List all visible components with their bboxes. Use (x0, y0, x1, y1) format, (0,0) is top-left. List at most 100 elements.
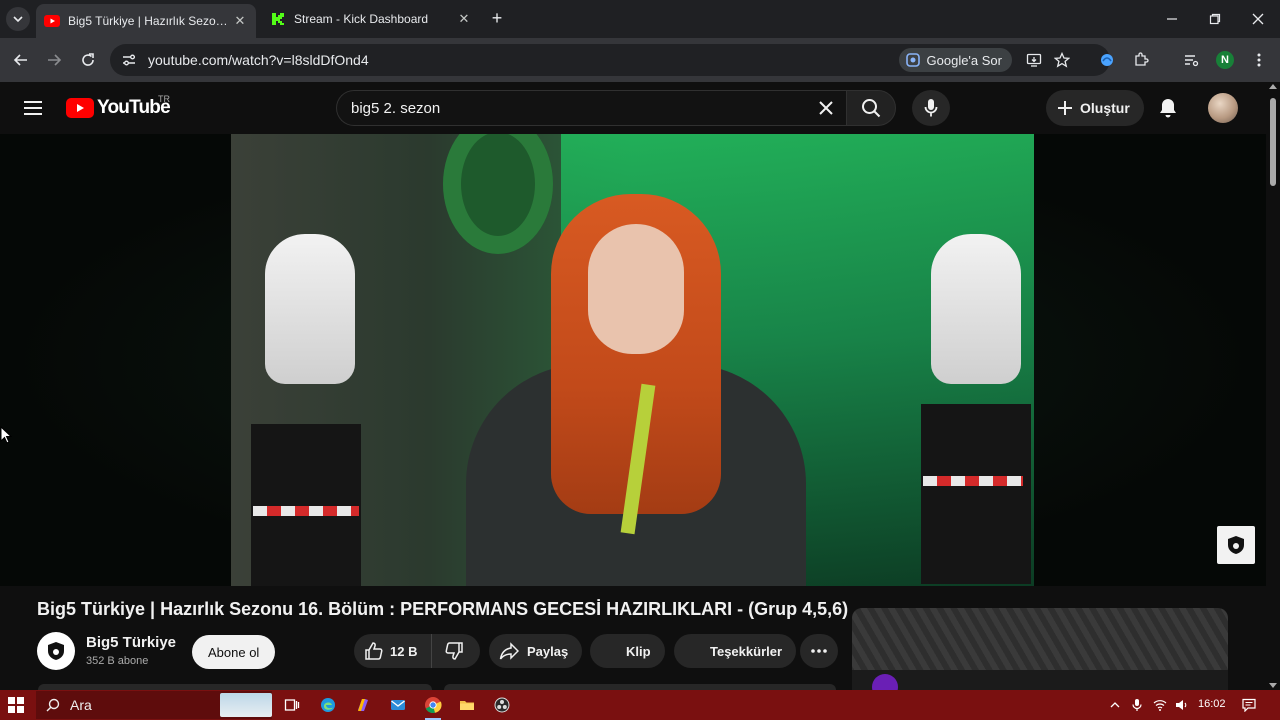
tab-title: Big5 Türkiye | Hazırlık Sezonu 16 (68, 14, 232, 28)
edge-icon[interactable] (318, 695, 338, 715)
subscriber-count: 352 B abone (86, 655, 149, 667)
mouse-cursor-icon (0, 425, 13, 444)
bookmark-star-icon[interactable] (1052, 50, 1072, 70)
channel-name[interactable]: Big5 Türkiye (86, 634, 176, 651)
chrome-icon[interactable] (423, 695, 443, 720)
video-title: Big5 Türkiye | Hazırlık Sezonu 16. Bölüm… (37, 599, 849, 619)
youtube-favicon-icon (44, 13, 60, 29)
restore-button[interactable] (1200, 6, 1230, 32)
like-dislike-group: 12 B (354, 634, 480, 668)
video-player[interactable] (0, 134, 1266, 586)
reload-button[interactable] (75, 47, 101, 73)
task-view-icon[interactable] (282, 695, 302, 715)
dislike-button[interactable] (432, 634, 476, 668)
mail-icon[interactable] (388, 695, 408, 715)
windows-start-icon[interactable] (8, 697, 24, 713)
minimize-icon (1167, 18, 1177, 20)
more-actions-button[interactable] (800, 634, 838, 668)
clear-search-button[interactable] (806, 90, 846, 126)
scroll-up-arrow-icon[interactable] (1269, 84, 1277, 89)
back-button[interactable] (8, 47, 34, 73)
address-bar[interactable]: youtube.com/watch?v=l8sldDfOnd4 Google'a… (110, 44, 1110, 76)
scroll-down-arrow-icon[interactable] (1269, 683, 1277, 688)
create-label: Oluştur (1080, 100, 1130, 116)
like-count: 12 B (390, 643, 418, 659)
menu-kebab-icon[interactable] (1249, 50, 1269, 70)
arrow-right-icon (48, 54, 62, 66)
new-tab-button[interactable]: + (487, 9, 507, 29)
share-label: Paylaş (527, 643, 569, 659)
obs-app-icon[interactable] (492, 695, 512, 715)
notification-center-icon[interactable] (1240, 696, 1258, 714)
country-code: TR (158, 94, 170, 104)
guide-menu-button[interactable] (20, 96, 46, 120)
reload-icon (82, 53, 94, 66)
bell-icon (1160, 99, 1176, 118)
tab-search-button[interactable] (6, 7, 30, 31)
minimize-button[interactable] (1157, 6, 1187, 32)
microphone-tray-icon[interactable] (1128, 696, 1146, 714)
thumbs-down-icon (445, 642, 464, 660)
extension-blue-icon[interactable] (1097, 50, 1117, 70)
hamburger-menu-icon (24, 101, 42, 115)
notifications-button[interactable] (1156, 96, 1180, 120)
thumbs-up-icon (365, 642, 383, 660)
chevron-down-icon (13, 16, 23, 23)
forward-button[interactable] (41, 47, 67, 73)
taskbar-search-placeholder: Ara (70, 697, 92, 713)
plus-icon (1058, 101, 1072, 115)
tab-youtube[interactable]: Big5 Türkiye | Hazırlık Sezonu 16 ✕ (36, 4, 256, 38)
profile-initial: N (1216, 51, 1234, 69)
taskbar-search[interactable]: Ara (36, 691, 272, 719)
channel-avatar[interactable] (37, 632, 75, 670)
shield-logo-icon (48, 642, 64, 660)
search-icon (46, 698, 60, 712)
voice-search-button[interactable] (912, 90, 950, 126)
thanks-button[interactable]: Teşekkürler (674, 634, 797, 668)
channel-watermark[interactable] (1217, 526, 1255, 564)
video-frame[interactable] (231, 134, 1034, 586)
shield-logo-icon (1228, 536, 1244, 554)
tab-close-icon[interactable]: ✕ (232, 13, 248, 29)
copilot-icon[interactable] (353, 695, 373, 715)
arrow-left-icon (13, 54, 27, 66)
close-icon (1252, 13, 1264, 25)
search-input[interactable] (337, 91, 806, 125)
tab-close-icon[interactable]: ✕ (456, 11, 472, 27)
profile-button[interactable]: N (1215, 50, 1235, 70)
browser-toolbar: youtube.com/watch?v=l8sldDfOnd4 Google'a… (0, 38, 1280, 82)
site-info-icon[interactable] (120, 51, 138, 69)
google-lens-icon (905, 53, 920, 67)
youtube-logo[interactable]: YouTube TR (66, 94, 171, 120)
browser-tab-strip: Big5 Türkiye | Hazırlık Sezonu 16 ✕ Stre… (0, 0, 1280, 38)
more-horizontal-icon (811, 649, 827, 653)
clip-label: Klip (626, 643, 651, 659)
scrollbar-thumb[interactable] (1270, 98, 1276, 186)
page-scrollbar[interactable] (1266, 82, 1280, 690)
tray-overflow-chevron-up-icon[interactable] (1106, 696, 1124, 714)
kick-favicon-icon (270, 11, 286, 27)
share-button[interactable]: Paylaş (489, 634, 583, 668)
reading-list-icon[interactable] (1181, 50, 1201, 70)
statue-bust (265, 234, 355, 384)
subscribe-button[interactable]: Abone ol (192, 635, 276, 669)
url-text: youtube.com/watch?v=l8sldDfOnd4 (148, 52, 369, 68)
taskbar-clock[interactable]: 16:02 (1198, 698, 1226, 710)
google-ask-button[interactable]: Google'a Sor (898, 48, 1012, 72)
account-avatar[interactable] (1208, 93, 1238, 123)
file-explorer-icon[interactable] (457, 695, 477, 715)
close-window-button[interactable] (1243, 6, 1273, 32)
wifi-icon[interactable] (1151, 696, 1169, 714)
install-app-icon[interactable] (1024, 50, 1044, 70)
speaker-icon[interactable] (1173, 696, 1191, 714)
thanks-label: Teşekkürler (710, 643, 783, 659)
create-button[interactable]: Oluştur (1046, 90, 1144, 126)
tab-kick[interactable]: Stream - Kick Dashboard ✕ (262, 4, 480, 34)
extensions-puzzle-icon[interactable] (1131, 50, 1151, 70)
related-video-thumbnail[interactable] (852, 608, 1228, 690)
clip-button[interactable]: Klip (590, 634, 665, 668)
restore-icon (1209, 13, 1221, 25)
like-button[interactable]: 12 B (354, 634, 433, 668)
windows-taskbar: Ara 16:02 (0, 690, 1280, 720)
search-button[interactable] (846, 90, 896, 126)
